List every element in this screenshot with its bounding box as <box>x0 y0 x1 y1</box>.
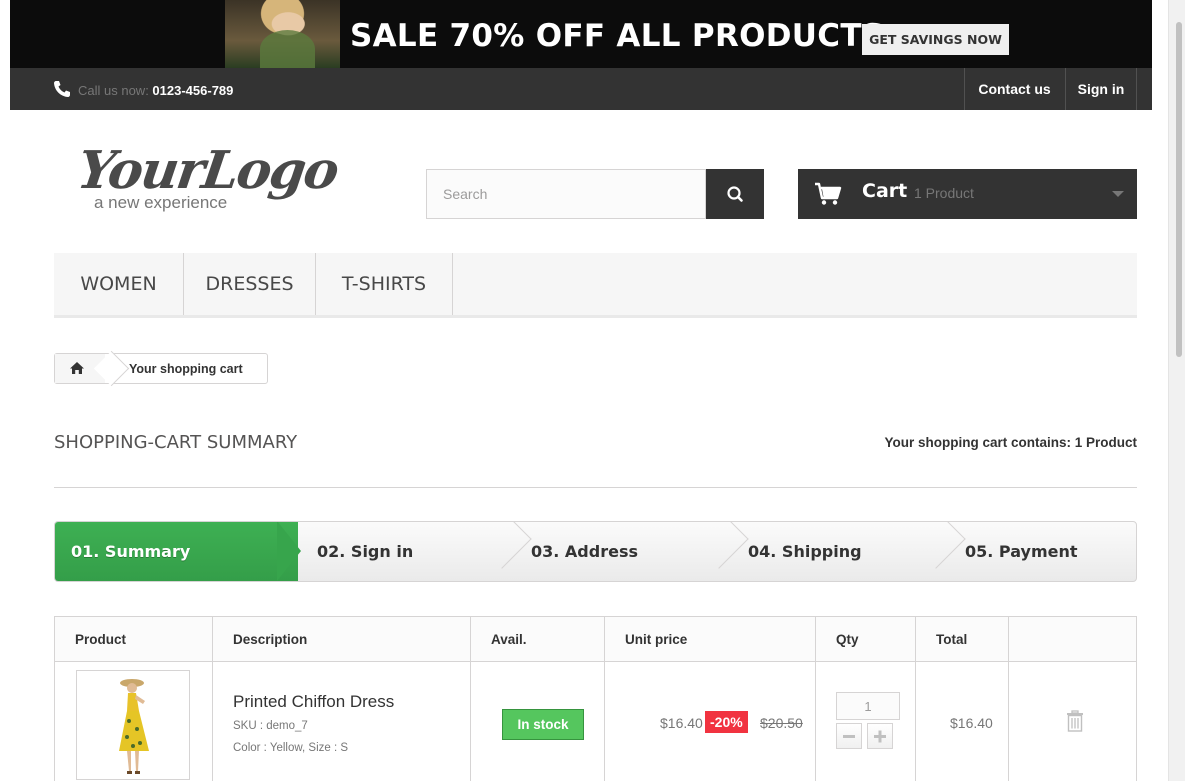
status-badge: In stock <box>502 709 584 740</box>
checkout-steps: 01. Summary 02. Sign in 03. Address 04. … <box>54 521 1137 582</box>
menu-item-women[interactable]: WOMEN <box>54 253 184 315</box>
step-separator <box>472 522 532 569</box>
search-input[interactable] <box>427 170 705 218</box>
step-active-arrow <box>277 522 301 581</box>
price-reduction-badge: -20% <box>705 711 748 733</box>
logo-tagline: a new experience <box>94 193 228 212</box>
product-name-link[interactable]: Printed Chiffon Dress <box>233 692 394 712</box>
search-icon <box>727 186 743 202</box>
column-header-product: Product <box>55 617 213 662</box>
cart-summary-count: Your shopping cart contains: 1 Product <box>884 435 1137 450</box>
menu-item-dresses[interactable]: DRESSES <box>184 253 316 315</box>
product-attributes[interactable]: Color : Yellow, Size : S <box>233 742 348 754</box>
contact-us-link[interactable]: Contact us <box>964 68 1064 110</box>
promo-text: SALE 70% OFF ALL PRODUCTS <box>350 18 885 54</box>
call-us-text: Call us now: 0123-456-789 <box>78 83 233 98</box>
breadcrumb: Your shopping cart <box>54 350 268 387</box>
cell-description: Printed Chiffon Dress SKU : demo_7 Color… <box>213 662 471 781</box>
search-button[interactable] <box>706 169 764 219</box>
product-sku: SKU : demo_7 <box>233 720 308 732</box>
quantity-input[interactable] <box>836 692 900 720</box>
home-icon <box>70 362 84 374</box>
promo-model-image-detail <box>260 30 315 68</box>
product-photo <box>119 679 149 774</box>
minus-icon <box>843 735 855 738</box>
step-separator <box>689 522 749 569</box>
phone-icon <box>54 81 70 97</box>
breadcrumb-current: Your shopping cart <box>129 362 243 376</box>
line-total: $16.40 <box>950 715 993 731</box>
scrollbar-thumb[interactable] <box>1176 22 1182 357</box>
top-nav: Call us now: 0123-456-789 Contact us Sig… <box>10 68 1152 110</box>
cell-availability: In stock <box>471 662 605 781</box>
step-address[interactable]: 03. Address <box>531 522 638 581</box>
caret-down-icon <box>1112 191 1124 197</box>
product-image[interactable] <box>76 670 190 780</box>
cell-unit-price: $16.40 -20% $20.50 <box>605 662 816 781</box>
step-payment[interactable]: 05. Payment <box>965 522 1078 581</box>
promo-banner[interactable]: SALE 70% OFF ALL PRODUCTS GET SAVINGS NO… <box>10 0 1152 68</box>
cell-delete <box>1009 662 1136 781</box>
cart-icon <box>815 182 842 205</box>
column-header-delete <box>1009 617 1136 662</box>
column-header-total: Total <box>916 617 1009 662</box>
step-shipping[interactable]: 04. Shipping <box>748 522 862 581</box>
unit-price: $16.40 <box>660 715 703 731</box>
step-sign-in[interactable]: 02. Sign in <box>317 522 413 581</box>
cell-product-image <box>55 662 213 781</box>
phone-number: 0123-456-789 <box>152 83 234 98</box>
sign-in-link[interactable]: Sign in <box>1065 68 1137 110</box>
cell-total: $16.40 <box>916 662 1009 781</box>
cart-count: 1 Product <box>914 185 974 201</box>
main-menu: WOMEN DRESSES T-SHIRTS <box>54 253 1137 318</box>
get-savings-button[interactable]: GET SAVINGS NOW <box>862 24 1009 55</box>
page-title: SHOPPING-CART SUMMARY <box>54 432 298 453</box>
step-summary[interactable]: 01. Summary <box>55 522 298 581</box>
cart-table: Product Description Avail. Unit price Qt… <box>54 616 1137 781</box>
column-header-availability: Avail. <box>471 617 605 662</box>
logo-main-text: YourLogo <box>73 140 342 201</box>
column-header-description: Description <box>213 617 471 662</box>
qty-increase-button[interactable] <box>867 723 893 749</box>
call-us-label: Call us now: <box>78 83 153 98</box>
plus-icon <box>874 730 886 743</box>
column-header-unit-price: Unit price <box>605 617 816 662</box>
divider <box>54 487 1137 488</box>
logo[interactable]: YourLogo a new experience <box>74 140 348 218</box>
cart-label: Cart <box>862 180 908 202</box>
trash-icon[interactable] <box>1066 710 1084 732</box>
cart-dropdown[interactable]: Cart 1 Product <box>798 169 1137 219</box>
cell-qty <box>816 662 916 781</box>
menu-item-tshirts[interactable]: T-SHIRTS <box>316 253 453 315</box>
step-separator <box>906 522 966 569</box>
search-box <box>426 169 706 219</box>
qty-decrease-button[interactable] <box>836 723 862 749</box>
old-price: $20.50 <box>760 715 803 731</box>
column-header-qty: Qty <box>816 617 916 662</box>
